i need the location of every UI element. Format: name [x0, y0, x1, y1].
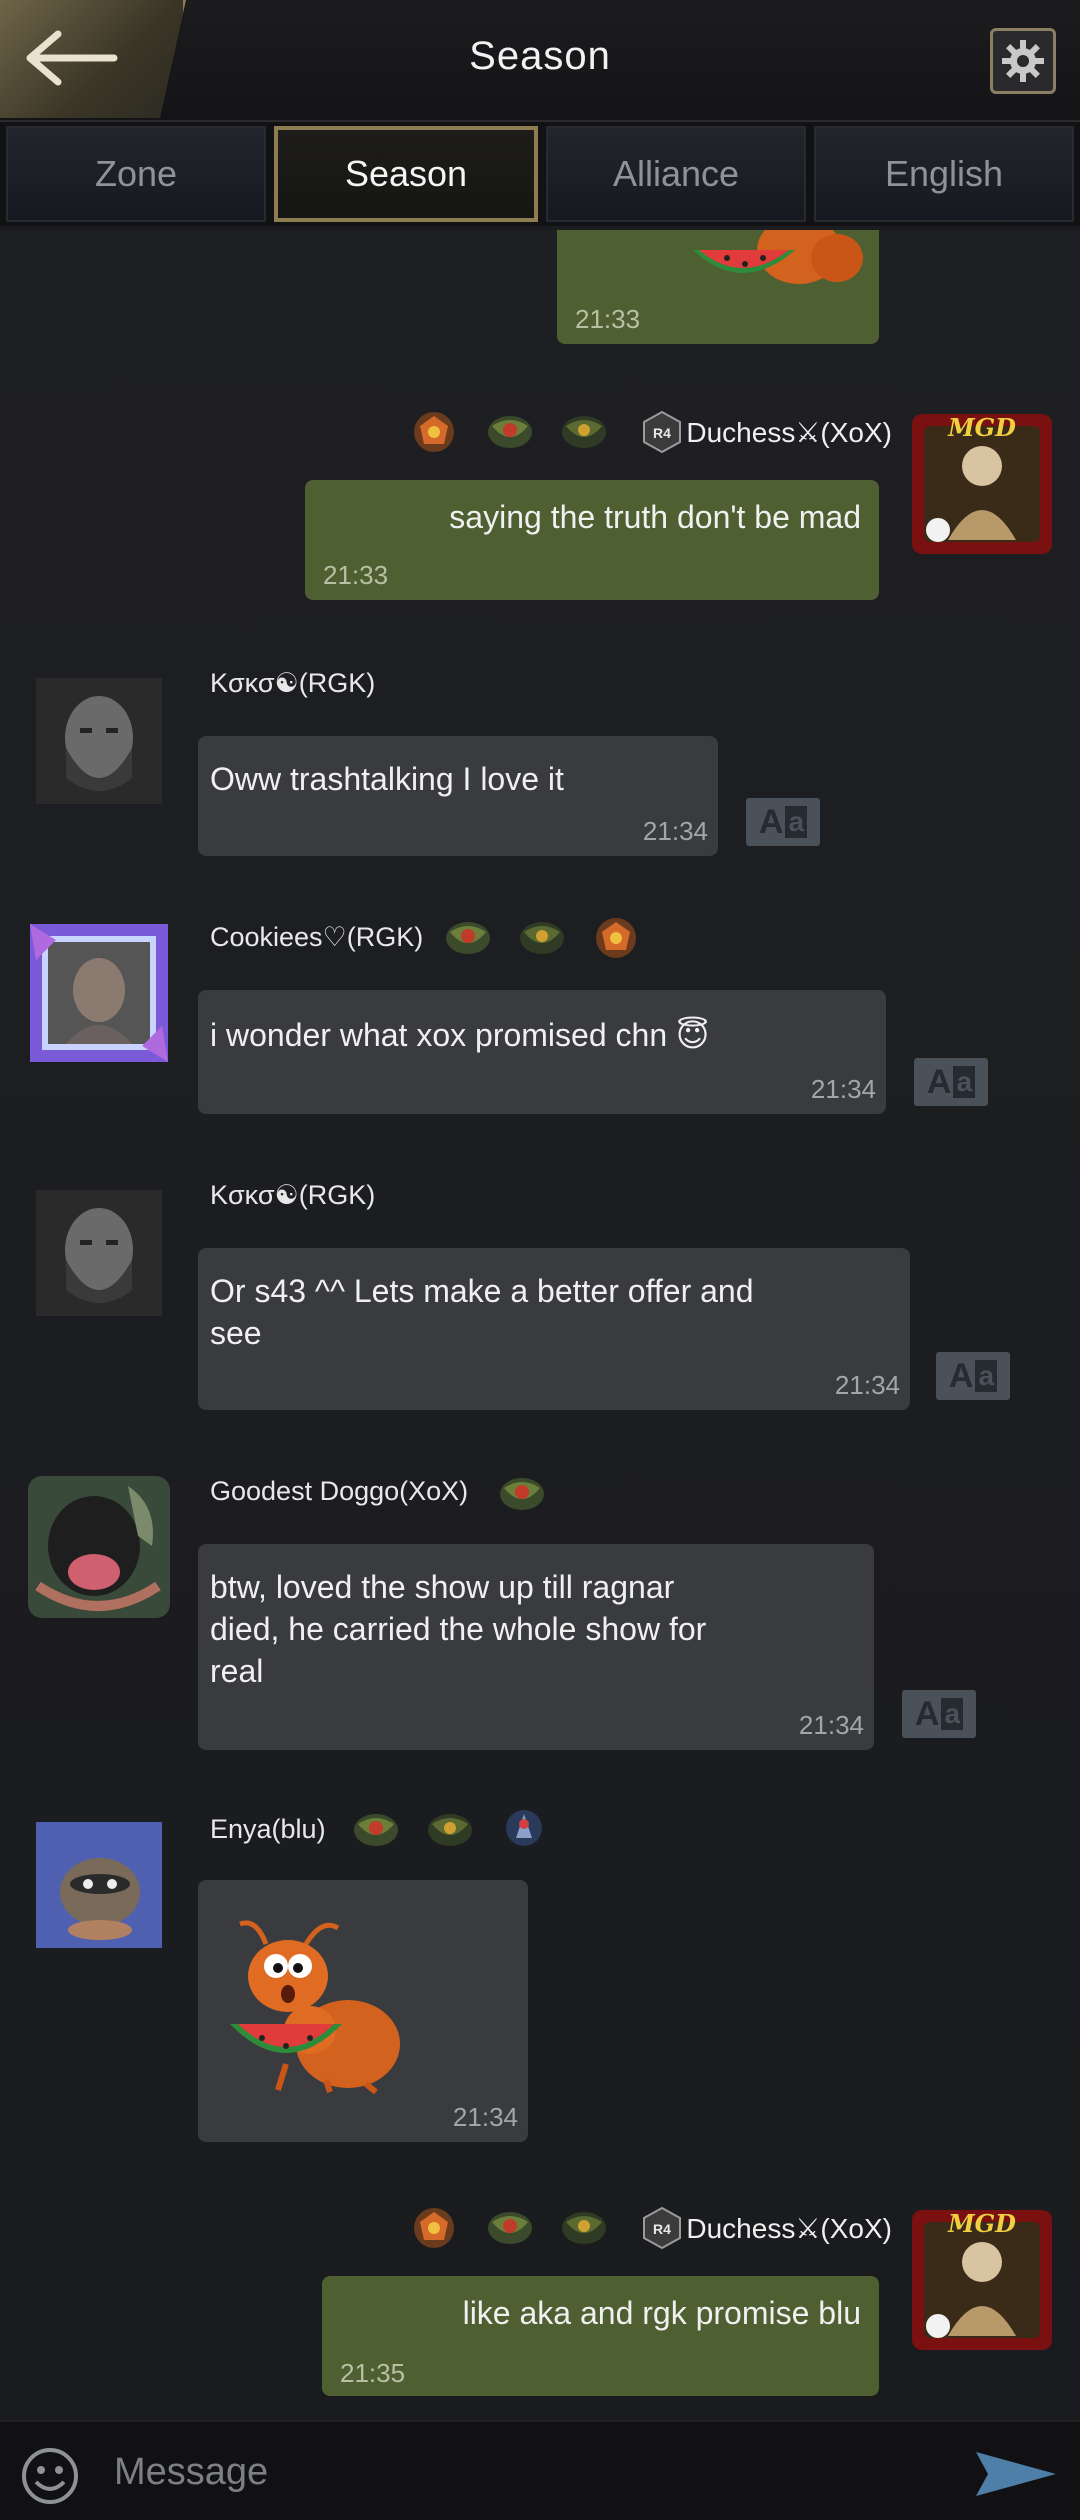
achievement-badge-icon — [428, 1814, 472, 1846]
message-text: like aka and rgk promise blu — [462, 2295, 861, 2331]
sender-name[interactable]: Duchess⚔(XoX) — [686, 416, 892, 449]
avatar-queen-frame: MGD — [912, 2209, 1052, 2350]
translate-icon-A: A — [926, 1062, 952, 1101]
message-bubble-outgoing[interactable]: saying the truth don't be mad 21:33 — [305, 480, 879, 600]
ant-watermelon-sticker — [693, 230, 863, 284]
tab-alliance[interactable]: Alliance — [546, 126, 806, 222]
translate-button[interactable]: Aa — [746, 798, 820, 846]
ant-watermelon-sticker — [230, 1920, 400, 2094]
message-text: Or s43 ^^ Lets make a better offer and s… — [210, 1273, 754, 1351]
message-text: saying the truth don't be mad — [449, 499, 861, 535]
season-badge-icon — [488, 416, 532, 448]
message-time: 21:33 — [575, 304, 641, 334]
rank-r4-icon: R4 — [643, 410, 681, 454]
avatar[interactable] — [36, 1822, 162, 1948]
avatar-queen-frame: MGD — [912, 413, 1052, 554]
avatar[interactable]: MGD — [908, 410, 1056, 558]
rank-r4-icon: R4 — [643, 2206, 681, 2250]
message-input[interactable] — [114, 2444, 934, 2500]
avatar[interactable] — [36, 1190, 162, 1316]
season-badge-icon — [488, 2212, 532, 2244]
message-bubble-incoming[interactable]: Oww trashtalking I love it 21:34 — [198, 736, 718, 856]
translate-icon-a: a — [953, 1066, 976, 1098]
avatar[interactable] — [36, 678, 162, 804]
achievement-badge-icon — [562, 2212, 606, 2244]
translate-button[interactable]: Aa — [914, 1058, 988, 1106]
translate-button[interactable]: Aa — [902, 1690, 976, 1738]
chat-list[interactable]: 21:33 R4 Duchess⚔(XoX) MGD saying the tr… — [0, 230, 1080, 2420]
message-time: 21:34 — [810, 1074, 876, 1104]
message-bubble-outgoing[interactable]: like aka and rgk promise blu 21:35 — [322, 2276, 879, 2396]
message-bubble-incoming[interactable]: Or s43 ^^ Lets make a better offer and s… — [198, 1248, 910, 1410]
sender-name[interactable]: Cookiees♡(RGK) — [210, 922, 423, 953]
avatar-bearded-man — [36, 678, 162, 804]
translate-icon-A: A — [948, 1356, 974, 1395]
avatar-bearded-man — [36, 1190, 162, 1316]
sender-name[interactable]: Kσκσ☯(RGK) — [210, 668, 375, 699]
message-bubble-incoming[interactable]: i wonder what xox promised chn 😇 21:34 — [198, 990, 886, 1114]
message-bubble-sticker-partial: 21:33 — [557, 230, 879, 344]
message-time: 21:33 — [323, 560, 389, 590]
avatar-dog-frame — [28, 1476, 170, 1618]
translate-icon-a: a — [785, 806, 808, 838]
avatar-crystal-frame — [30, 924, 168, 1062]
settings-button[interactable] — [990, 28, 1056, 94]
sender-name[interactable]: Duchess⚔(XoX) — [686, 2212, 892, 2245]
sender-name[interactable]: Goodest Doggo(XoX) — [210, 1476, 468, 1507]
avatar[interactable] — [26, 920, 172, 1066]
svg-text:MGD: MGD — [947, 413, 1016, 442]
emoji-icon[interactable] — [20, 2446, 80, 2506]
knight-badge-icon — [506, 1810, 542, 1846]
achievement-badge-icon — [520, 922, 564, 954]
message-time: 21:34 — [452, 2102, 518, 2132]
message-bubble-incoming[interactable]: btw, loved the show up till ragnar died,… — [198, 1544, 874, 1750]
message-bubble-sticker[interactable]: 21:34 — [198, 1880, 528, 2142]
avatar[interactable] — [28, 1476, 170, 1618]
svg-text:MGD: MGD — [947, 2209, 1016, 2238]
translate-icon-A: A — [914, 1694, 940, 1733]
translate-button[interactable]: Aa — [936, 1352, 1010, 1400]
message-time: 21:34 — [834, 1370, 900, 1400]
tab-season[interactable]: Season — [274, 126, 538, 222]
send-icon[interactable] — [974, 2450, 1058, 2498]
season-badge-icon — [354, 1814, 398, 1846]
message-time: 21:34 — [642, 816, 708, 846]
message-time: 21:35 — [340, 2358, 406, 2388]
alliance-badge-icon — [414, 2208, 454, 2248]
avatar[interactable]: MGD — [908, 2206, 1056, 2354]
message-text: i wonder what xox promised chn 😇 — [210, 1017, 710, 1053]
sender-name[interactable]: Enya(blu) — [210, 1814, 326, 1845]
avatar-raccoon — [36, 1822, 162, 1948]
message-input-bar — [0, 2420, 1080, 2520]
alliance-badge-icon — [596, 918, 636, 958]
gear-icon — [1002, 40, 1044, 82]
header: Season — [0, 0, 1080, 122]
svg-text:R4: R4 — [653, 2221, 671, 2237]
translate-icon-a: a — [941, 1698, 964, 1730]
message-time: 21:34 — [798, 1710, 864, 1740]
page-title: Season — [469, 34, 611, 78]
channel-tabs: Zone Season Alliance English — [0, 122, 1080, 226]
alliance-badge-icon — [414, 412, 454, 452]
season-badge-icon — [446, 922, 490, 954]
translate-icon-a: a — [975, 1360, 998, 1392]
svg-text:R4: R4 — [653, 425, 671, 441]
tab-english[interactable]: English — [814, 126, 1074, 222]
translate-icon-A: A — [758, 802, 784, 841]
tab-zone[interactable]: Zone — [6, 126, 266, 222]
message-text: btw, loved the show up till ragnar died,… — [210, 1569, 707, 1689]
season-badge-icon — [500, 1478, 544, 1510]
message-text: Oww trashtalking I love it — [210, 761, 564, 797]
achievement-badge-icon — [562, 416, 606, 448]
sender-name[interactable]: Kσκσ☯(RGK) — [210, 1180, 375, 1211]
